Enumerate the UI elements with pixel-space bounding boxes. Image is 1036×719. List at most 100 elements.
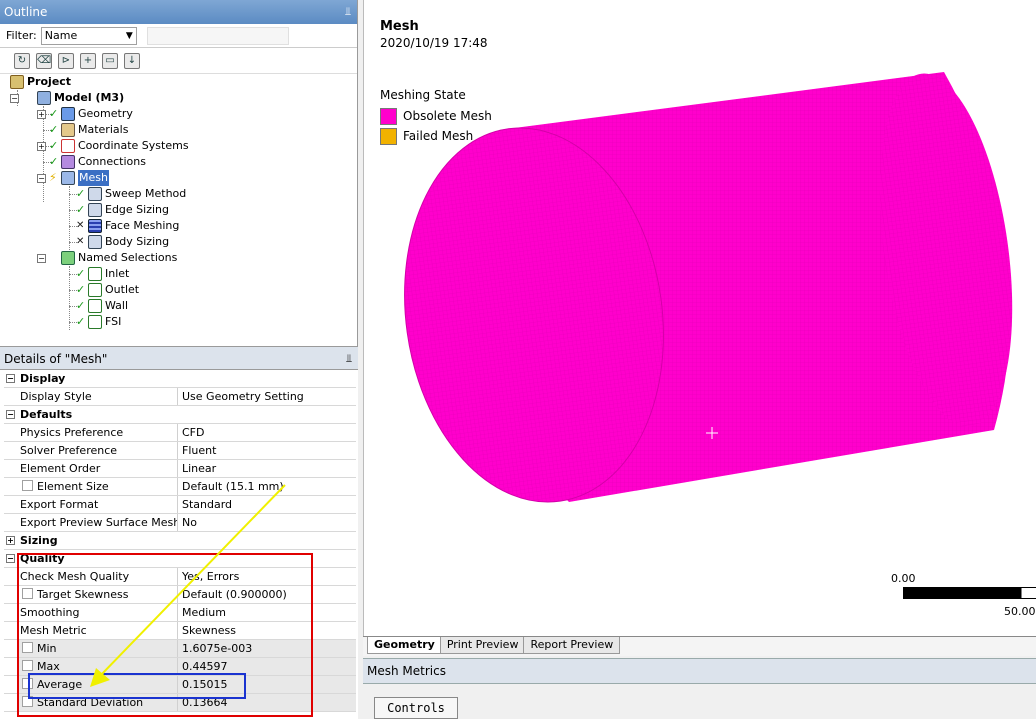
tree-label: Named Selections [78, 251, 178, 264]
tree-label: Wall [105, 299, 129, 312]
parameter-checkbox[interactable] [22, 480, 33, 491]
row-check-mesh-quality[interactable]: Check Mesh Quality Yes, Errors [4, 568, 356, 586]
tree-item-coordinate-systems[interactable]: + ✓ Coordinate Systems [37, 138, 189, 154]
row-physics-preference[interactable]: Physics Preference CFD [4, 424, 356, 442]
group-display[interactable]: − Display [4, 370, 356, 388]
check-icon: ✓ [76, 187, 86, 200]
tree-item-project[interactable]: Project [10, 74, 71, 90]
row-max[interactable]: Max 0.44597 [4, 658, 356, 676]
tree-expand-icon[interactable]: ⊳ [58, 52, 74, 69]
tree-label: Face Meshing [105, 219, 180, 232]
tree-item-named-selections[interactable]: − Named Selections [37, 250, 177, 266]
tree-label: Connections [78, 155, 146, 168]
scale-max-label: 50.00 [1004, 605, 1036, 618]
parameter-checkbox[interactable] [22, 642, 33, 653]
tree-item-face-meshing[interactable]: ✕ Face Meshing [76, 218, 179, 234]
tree-item-mesh[interactable]: − ⚡ Mesh [37, 170, 109, 186]
collapse-icon[interactable]: − [6, 374, 15, 383]
tab-print-preview[interactable]: Print Preview [439, 637, 526, 654]
row-mesh-metric[interactable]: Mesh Metric Skewness [4, 622, 356, 640]
tree-item-edge-sizing[interactable]: ✓ Edge Sizing [76, 202, 169, 218]
row-average[interactable]: Average 0.15015 [4, 676, 356, 694]
row-display-style[interactable]: Display Style Use Geometry Setting [4, 388, 356, 406]
expand-icon[interactable]: + [37, 109, 46, 119]
collapse-icon[interactable]: − [6, 554, 15, 563]
row-target-skewness[interactable]: Target Skewness Default (0.900000) [4, 586, 356, 604]
tree-label: Model (M3) [54, 91, 125, 104]
tree-item-wall[interactable]: ✓ Wall [76, 298, 128, 314]
row-smoothing[interactable]: Smoothing Medium [4, 604, 356, 622]
scale-bar [903, 587, 1036, 599]
dropdown-arrow-icon: ▼ [125, 30, 133, 41]
tree-item-body-sizing[interactable]: ✕ Body Sizing [76, 234, 169, 250]
row-export-preview[interactable]: Export Preview Surface Mesh No [4, 514, 356, 532]
check-icon: ✓ [76, 315, 86, 328]
tree-item-model[interactable]: − Model (M3) [10, 90, 124, 106]
row-element-order[interactable]: Element Order Linear [4, 460, 356, 478]
filter-text-input[interactable] [146, 26, 289, 45]
view-tabs: Geometry Print Preview Report Preview [363, 636, 1036, 656]
coordinate-systems-icon [61, 139, 75, 153]
collapse-icon[interactable]: − [6, 410, 15, 419]
model-icon [37, 91, 51, 105]
graphics-viewport[interactable]: Mesh 2020/10/19 17:48 Meshing State Obso… [363, 0, 1036, 636]
parameter-checkbox[interactable] [22, 588, 33, 599]
tab-geometry[interactable]: Geometry [367, 637, 442, 654]
geometry-icon [61, 107, 75, 121]
refresh-icon[interactable]: ↻ [14, 52, 30, 69]
parameter-checkbox[interactable] [22, 696, 33, 707]
row-element-size[interactable]: Element Size Default (15.1 mm) [4, 478, 356, 496]
tree-item-materials[interactable]: ✓ Materials [49, 122, 128, 138]
body-sizing-icon [88, 235, 102, 249]
pin-icon[interactable]: ⫫ [346, 347, 352, 371]
collapse-icon[interactable]: − [37, 253, 46, 263]
parameter-checkbox[interactable] [22, 660, 33, 671]
group-quality[interactable]: − Quality [4, 550, 356, 568]
sort-icon[interactable]: ↓ [124, 52, 140, 69]
tab-report-preview[interactable]: Report Preview [523, 637, 621, 654]
outline-toolbar: ↻ ⌫ ⊳ + ▭ ↓ [0, 48, 357, 74]
tree-label: Coordinate Systems [78, 139, 189, 152]
details-title: Details of "Mesh" [4, 352, 108, 366]
folder-icon[interactable]: ▭ [102, 52, 118, 69]
collapse-icon[interactable]: − [10, 93, 19, 103]
viewport-title: Mesh [380, 19, 419, 34]
tree-item-outlet[interactable]: ✓ Outlet [76, 282, 139, 298]
materials-icon [61, 123, 75, 137]
row-solver-preference[interactable]: Solver Preference Fluent [4, 442, 356, 460]
expand-icon[interactable]: + [37, 141, 46, 151]
check-icon: ✓ [76, 267, 86, 280]
tree-label: Materials [78, 123, 129, 136]
details-panel: Details of "Mesh" ⫫ − Display Display Sty… [0, 346, 358, 719]
tree-item-connections[interactable]: ✓ Connections [49, 154, 146, 170]
parameter-checkbox[interactable] [22, 678, 33, 689]
tree-item-fsi[interactable]: ✓ FSI [76, 314, 121, 330]
tree-label: Sweep Method [105, 187, 187, 200]
row-standard-deviation[interactable]: Standard Deviation 0.13664 [4, 694, 356, 712]
face-meshing-icon [88, 219, 102, 233]
viewport-date: 2020/10/19 17:48 [380, 36, 488, 50]
group-defaults[interactable]: − Defaults [4, 406, 356, 424]
group-sizing[interactable]: + Sizing [4, 532, 356, 550]
controls-button[interactable]: Controls [374, 697, 458, 719]
left-pane: Outline ⫫ Filter: Name ▼ ↻ ⌫ ⊳ + ▭ ↓ Pro… [0, 0, 358, 719]
row-min[interactable]: Min 1.6075e-003 [4, 640, 356, 658]
row-export-format[interactable]: Export Format Standard [4, 496, 356, 514]
collapse-icon[interactable]: − [37, 173, 46, 183]
tree-item-sweep-method[interactable]: ✓ Sweep Method [76, 186, 186, 202]
filter-select[interactable]: Name ▼ [40, 26, 137, 45]
tree-label: Geometry [78, 107, 133, 120]
pin-icon[interactable]: ⫫ [345, 0, 351, 24]
tree-label: FSI [105, 315, 122, 328]
tree-item-inlet[interactable]: ✓ Inlet [76, 266, 129, 282]
expand-icon[interactable]: + [6, 536, 15, 545]
lightning-icon: ⚡ [49, 171, 57, 184]
details-grid: − Display Display Style Use Geometry Setti… [4, 370, 356, 712]
outline-tree: Project − Model (M3) + ✓ Geometry ✓ Mate… [0, 74, 357, 336]
outline-title-bar: Outline ⫫ [0, 0, 357, 24]
x-icon: ✕ [76, 236, 85, 247]
clear-icon[interactable]: ⌫ [36, 52, 52, 69]
tree-item-geometry[interactable]: + ✓ Geometry [37, 106, 133, 122]
plus-icon[interactable]: + [80, 52, 96, 69]
tree-label: Edge Sizing [105, 203, 170, 216]
